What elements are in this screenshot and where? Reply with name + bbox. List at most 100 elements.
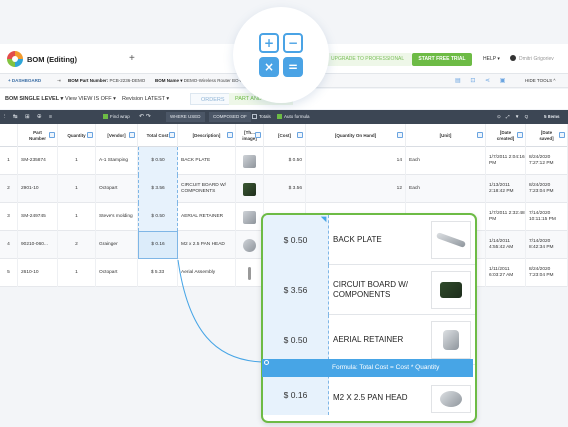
where-used-button[interactable]: WHERE USED — [166, 112, 205, 122]
quantity-cell[interactable]: 2 — [58, 231, 96, 259]
description-cell[interactable]: CIRCUIT BOARD W/ COMPONENTS — [178, 175, 236, 203]
bom-level-select[interactable]: BOM SINGLE LEVEL ▾ — [5, 89, 63, 109]
quantity-on-hand-cell[interactable]: 12 — [306, 175, 406, 203]
auto-formula-checkbox[interactable]: Auto formula — [277, 110, 310, 124]
part-number-cell[interactable]: SM-249745 — [18, 203, 58, 231]
filter-icon[interactable] — [129, 132, 135, 138]
find-wrap-checkbox[interactable]: Find wrap — [103, 110, 130, 124]
bom-name[interactable]: BOM Name ▾ DEMO-Wireless Router BO-P... — [155, 74, 246, 88]
description-cell[interactable]: AERIAL RETAINER — [178, 203, 236, 231]
user-menu[interactable]: Dmitri Grigoriev — [519, 56, 554, 62]
vendor-cell[interactable]: Octopart — [96, 259, 138, 287]
total-cost-cell[interactable]: $ 0.50 — [138, 147, 178, 175]
col-date-created[interactable]: [Date created] — [486, 124, 526, 147]
app-logo-icon[interactable] — [7, 51, 23, 67]
part-number-cell[interactable]: 2610-10 — [18, 259, 58, 287]
description-cell[interactable]: BACK PLATE — [178, 147, 236, 175]
part-number-cell[interactable]: 2901-10 — [18, 175, 58, 203]
composed-of-button[interactable]: COMPOSED OF — [209, 112, 251, 122]
description-cell[interactable]: Aerial Assembly — [178, 259, 236, 287]
thumbnail-cell[interactable] — [236, 203, 264, 231]
quantity-cell[interactable]: 1 — [58, 175, 96, 203]
date-created-cell: 1/7/2011 2:04:16 PM — [486, 147, 526, 175]
total-cost-cell[interactable]: $ 3.56 — [138, 175, 178, 203]
filter-icon[interactable] — [227, 132, 233, 138]
view-select[interactable]: View VIEW IS OFF ▾ — [65, 89, 116, 109]
help-menu[interactable]: HELP ▾ — [483, 56, 500, 62]
formula-anchor-dot — [264, 360, 269, 365]
totals-checkbox[interactable]: Totals — [252, 110, 271, 124]
thumbnail-cell[interactable] — [236, 175, 264, 203]
filter-icon[interactable] — [169, 132, 175, 138]
undo-redo-icons[interactable]: ↶ ↷ — [139, 110, 151, 124]
col-total-cost[interactable]: Total Cost — [138, 124, 178, 147]
magnified-total-cost: $ 0.50 — [263, 215, 329, 265]
table-row[interactable]: 2 2901-10 1 Octopart $ 3.56 CIRCUIT BOAR… — [0, 175, 568, 203]
filter-icon[interactable] — [255, 132, 261, 138]
equals-icon: = — [283, 57, 303, 77]
date-created-cell: 1/11/2011 6:03:27 AM — [486, 259, 526, 287]
thumbnail-cell[interactable] — [236, 231, 264, 259]
unit-cell[interactable]: Each — [406, 147, 486, 175]
total-cost-cell[interactable]: $ 0.50 — [138, 203, 178, 231]
col-quantity[interactable]: Quantity — [58, 124, 96, 147]
grid-view-icons[interactable]: ⊙ ⤢ ▼ Q — [497, 110, 530, 124]
grid-tool-icons[interactable]: ⫶ ↹ ⊞ ⊕ ≡ — [4, 110, 55, 124]
item-count: 5 Items — [544, 114, 560, 119]
row-index: 2 — [0, 175, 18, 203]
part-number-cell[interactable]: 90210-060... — [18, 231, 58, 259]
quantity-on-hand-cell[interactable]: 14 — [306, 147, 406, 175]
col-part-number[interactable]: Part Number — [18, 124, 58, 147]
row-index: 3 — [0, 203, 18, 231]
filter-icon[interactable] — [397, 132, 403, 138]
multiply-icon: × — [259, 57, 279, 77]
magnified-row: $ 0.50 AERIAL RETAINER — [263, 315, 475, 365]
vendor-cell[interactable]: A-1 Stamping — [96, 147, 138, 175]
filter-icon[interactable] — [49, 132, 55, 138]
bom-part-number: BOM Part Number: PCB-2236-DEMO — [68, 78, 146, 83]
col-unit[interactable]: [Unit] — [406, 124, 486, 147]
dashboard-link[interactable]: + DASHBOARD — [8, 74, 41, 88]
thumbnail-cell[interactable] — [236, 147, 264, 175]
col-vendor[interactable]: [Vendor] — [96, 124, 138, 147]
col-date-saved[interactable]: [Date saved] — [526, 124, 568, 147]
quantity-cell[interactable]: 1 — [58, 147, 96, 175]
vendor-cell[interactable]: Steve's molding — [96, 203, 138, 231]
thumbnail-cell[interactable] — [236, 259, 264, 287]
col-cost[interactable]: [Cost] — [264, 124, 306, 147]
filter-icon[interactable] — [297, 132, 303, 138]
add-button[interactable]: + — [129, 53, 135, 64]
table-row[interactable]: 1 SM-235874 1 A-1 Stamping $ 0.50 BACK P… — [0, 147, 568, 175]
hide-tools-button[interactable]: HIDE TOOLS ^ — [525, 74, 555, 88]
quantity-cell[interactable]: 1 — [58, 203, 96, 231]
pan-head-screw-image — [431, 385, 471, 413]
part-number-cell[interactable]: SM-235874 — [18, 147, 58, 175]
revision-select[interactable]: Revision LATEST ▾ — [122, 89, 169, 109]
magnified-description: AERIAL RETAINER — [333, 334, 404, 344]
cost-cell[interactable]: $ 3.56 — [264, 175, 306, 203]
share-tools-icon[interactable]: ▤ ⊡ ⋖ ▣ — [455, 74, 509, 88]
col-description[interactable]: [Description] — [178, 124, 236, 147]
plus-icon: + — [259, 33, 279, 53]
total-cost-cell[interactable]: $ 5.33 — [138, 259, 178, 287]
filter-icon[interactable] — [477, 132, 483, 138]
description-cell[interactable]: M2 x 2.5 PAN HEAD — [178, 231, 236, 259]
unit-cell[interactable]: Each — [406, 175, 486, 203]
filter-icon[interactable] — [517, 132, 523, 138]
part-thumbnail — [243, 210, 256, 224]
col-quantity-on-hand[interactable]: [Quantity On Hand] — [306, 124, 406, 147]
arrow-icon: ⇥ — [57, 78, 61, 83]
total-cost-cell-selected[interactable]: $ 0.16 — [138, 231, 178, 259]
col-thumbnail[interactable]: [Th... image] — [236, 124, 264, 147]
vendor-cell[interactable]: Grainger — [96, 231, 138, 259]
quantity-cell[interactable]: 1 — [58, 259, 96, 287]
filter-icon[interactable] — [559, 132, 565, 138]
start-free-trial-button[interactable]: START FREE TRIAL — [412, 53, 472, 66]
filter-icon[interactable] — [87, 132, 93, 138]
user-icon[interactable] — [510, 55, 516, 61]
vendor-cell[interactable]: Octopart — [96, 175, 138, 203]
upgrade-button[interactable]: UPGRADE TO PROFESSIONAL — [323, 53, 413, 66]
magnified-description: BACK PLATE — [333, 234, 382, 244]
row-index: 4 — [0, 231, 18, 259]
cost-cell[interactable]: $ 0.50 — [264, 147, 306, 175]
